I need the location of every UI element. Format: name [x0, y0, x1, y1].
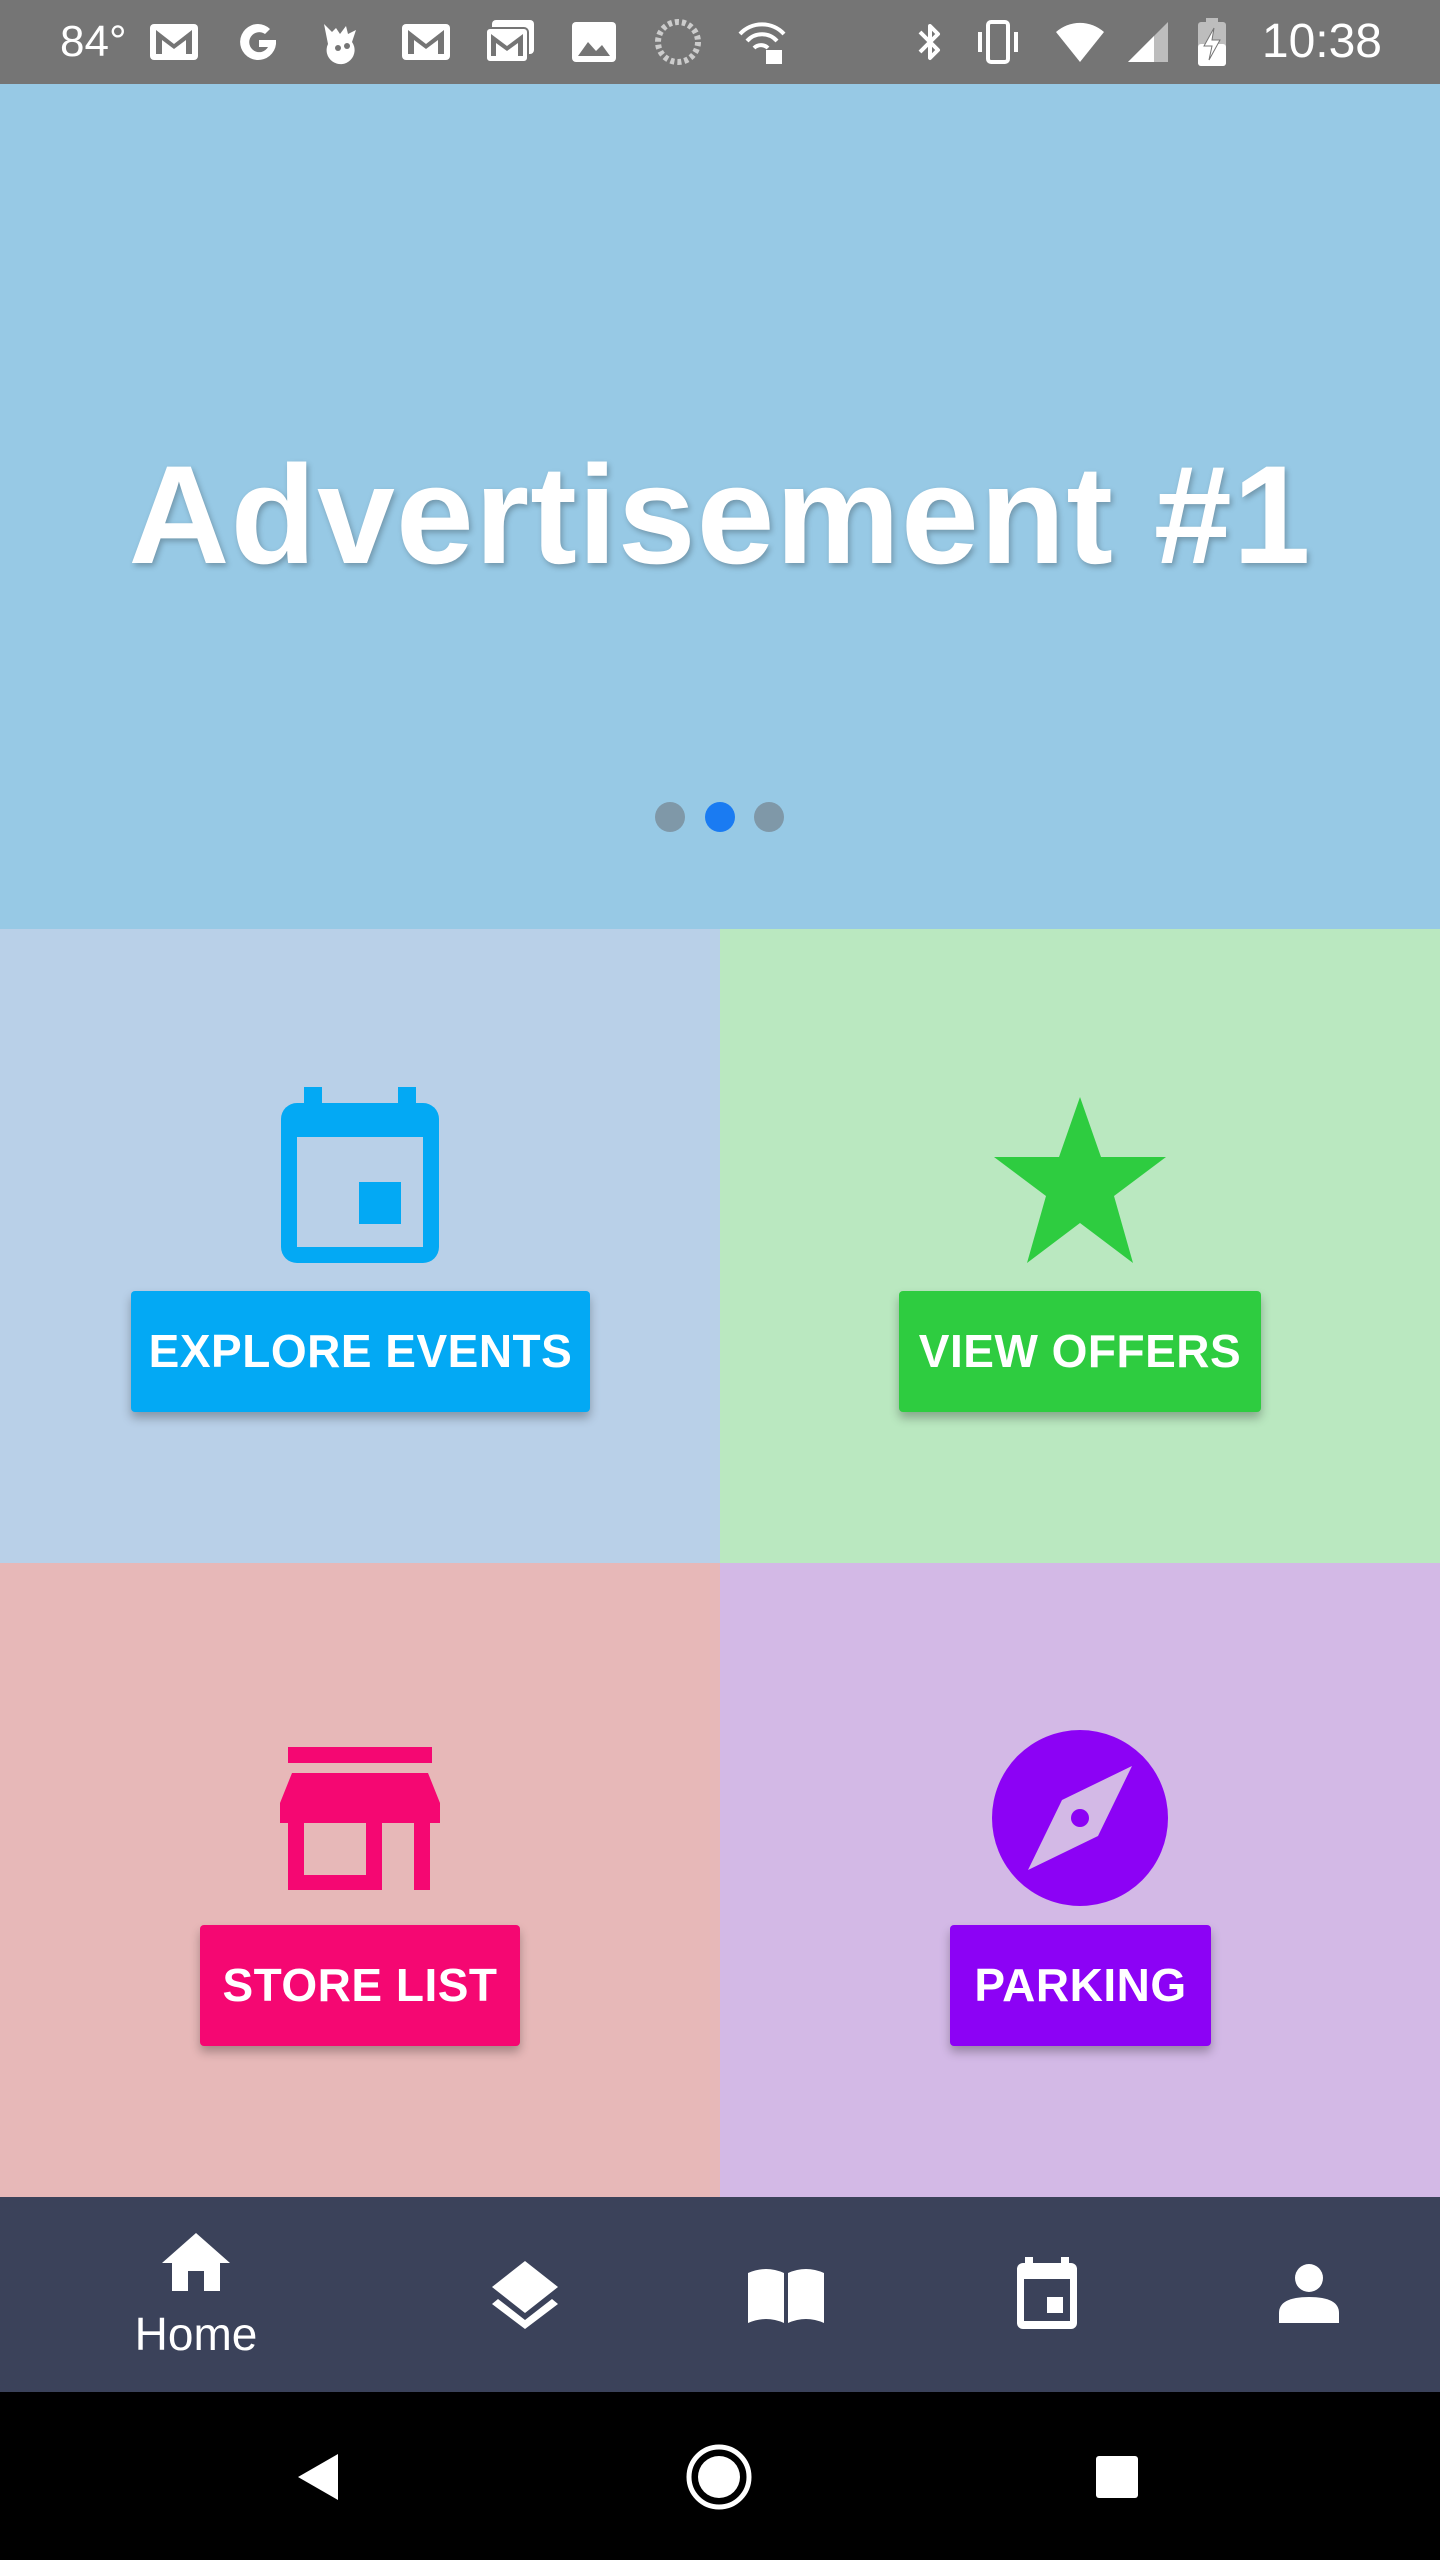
pager-dot[interactable]: [655, 802, 685, 832]
parking-button[interactable]: PARKING: [950, 1925, 1211, 2046]
back-icon[interactable]: [298, 2454, 340, 2500]
star-icon: [992, 1097, 1168, 1265]
person-icon: [1279, 2264, 1339, 2323]
battery-charging-icon: [1192, 18, 1232, 66]
ad-title: Advertisement #1: [128, 436, 1312, 593]
book-icon: [748, 2269, 824, 2323]
view-offers-button[interactable]: VIEW OFFERS: [899, 1291, 1261, 1412]
pager-dot[interactable]: [754, 802, 784, 832]
tile-explore-events[interactable]: EXPLORE EVENTS: [0, 929, 720, 1563]
compass-icon: [992, 1730, 1168, 1906]
google-icon: [232, 18, 284, 66]
system-navigation-bar: [0, 2392, 1440, 2560]
tile-view-offers[interactable]: VIEW OFFERS: [720, 929, 1440, 1563]
store-list-button[interactable]: STORE LIST: [200, 1925, 520, 2046]
wifi-lock-icon: [736, 18, 788, 66]
recents-icon[interactable]: [1096, 2456, 1138, 2498]
vibrate-icon: [972, 18, 1024, 66]
gmail-icon: [148, 18, 200, 66]
home-icon: [162, 2233, 230, 2291]
wifi-icon: [1054, 18, 1106, 66]
calendar-icon: [279, 1087, 441, 1264]
gmail-icon: [400, 18, 452, 66]
gmail-stack-icon: [484, 18, 536, 66]
home-circle-icon[interactable]: [686, 2444, 752, 2510]
store-icon: [280, 1747, 440, 1890]
cellular-icon: [1124, 18, 1176, 66]
status-bar: 84° 10:38: [0, 0, 1440, 84]
temperature: 84°: [60, 17, 127, 66]
nav-label-home: Home: [134, 2308, 258, 2360]
sync-icon: [652, 18, 704, 66]
image-icon: [568, 18, 620, 66]
ad-banner-carousel[interactable]: Advertisement #1: [0, 84, 1440, 929]
pokemon-icon: [314, 18, 366, 66]
calendar-icon: [1017, 2257, 1077, 2329]
carousel-pager: [0, 802, 1440, 832]
explore-events-button[interactable]: EXPLORE EVENTS: [131, 1291, 590, 1412]
bottom-navigation: Home: [0, 2197, 1440, 2392]
clock: 10:38: [1261, 15, 1382, 68]
layers-icon: [492, 2261, 558, 2329]
tile-parking[interactable]: PARKING: [720, 1563, 1440, 2197]
tile-store-list[interactable]: STORE LIST: [0, 1563, 720, 2197]
pager-dot-active[interactable]: [705, 802, 735, 832]
bluetooth-icon: [904, 18, 956, 66]
